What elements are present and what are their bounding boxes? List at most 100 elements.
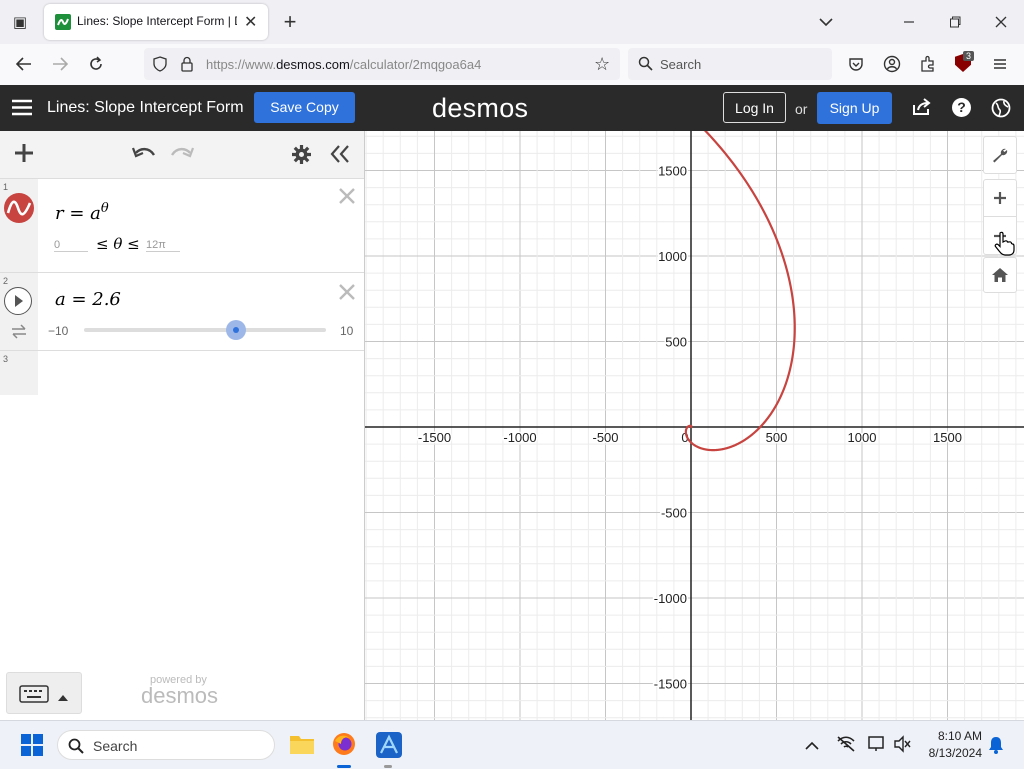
- domain-min-input[interactable]: 0: [54, 239, 88, 252]
- home-icon: [992, 268, 1008, 282]
- display-icon[interactable]: [867, 735, 887, 758]
- y-tick-label: -500: [661, 506, 687, 521]
- hamburger-icon[interactable]: [12, 99, 32, 121]
- log-in-button[interactable]: Log In: [723, 92, 786, 123]
- forward-icon[interactable]: [46, 50, 74, 78]
- extensions-icon[interactable]: [914, 50, 942, 78]
- loop-icon[interactable]: [10, 323, 28, 344]
- x-tick-label: -500: [592, 430, 618, 445]
- slider-thumb[interactable]: [226, 320, 247, 340]
- graph-canvas[interactable]: -1500 -1000 -500 0 500 1000 150015001000500-50…: [365, 131, 1024, 720]
- slider-formula[interactable]: a = 2.6: [55, 289, 121, 310]
- y-tick-label: -1500: [654, 677, 687, 692]
- tab-title: Lines: Slope Intercept Form | De: [77, 14, 237, 28]
- extension-badge: 3: [963, 51, 975, 61]
- taskbar-search[interactable]: Search: [57, 730, 275, 760]
- tab-list-icon[interactable]: [812, 8, 840, 36]
- notification-icon[interactable]: [988, 736, 1004, 759]
- clock-date[interactable]: 8/13/2024: [912, 746, 982, 760]
- y-tick-label: -1000: [654, 591, 687, 606]
- redo-icon[interactable]: [170, 145, 195, 166]
- x-tick-label: 1500: [933, 430, 962, 445]
- windows-icon[interactable]: [21, 734, 43, 761]
- new-tab-icon[interactable]: +: [276, 8, 304, 36]
- keypad-toggle[interactable]: [6, 672, 82, 714]
- line-number: 3: [3, 354, 9, 364]
- lock-icon[interactable]: [180, 56, 194, 77]
- graph-settings-button[interactable]: [983, 136, 1017, 174]
- collapse-icon[interactable]: [330, 144, 350, 169]
- file-explorer-icon[interactable]: [289, 733, 315, 760]
- domain-max-input[interactable]: 12π: [146, 239, 180, 252]
- url-text[interactable]: https://www.desmos.com/calculator/2mqgoa…: [206, 57, 481, 72]
- minimize-icon[interactable]: [895, 8, 923, 36]
- share-icon[interactable]: [912, 98, 932, 121]
- slider-max[interactable]: 10: [340, 324, 353, 338]
- globe-icon[interactable]: [991, 98, 1011, 123]
- shield-icon[interactable]: [152, 56, 168, 77]
- y-tick-label: 500: [665, 335, 687, 350]
- menu-icon[interactable]: [986, 50, 1014, 78]
- taskbar-search-placeholder: Search: [93, 738, 138, 754]
- search-icon: [68, 738, 84, 759]
- home-button[interactable]: [983, 257, 1017, 293]
- line-number: 1: [3, 182, 9, 192]
- slider-thumb-dot: [233, 327, 240, 333]
- affinity-icon[interactable]: [376, 732, 402, 763]
- x-tick-label: -1000: [503, 430, 536, 445]
- url-bar[interactable]: https://www.desmos.com/calculator/2mqgoa…: [144, 48, 620, 80]
- x-tick-label: 500: [766, 430, 788, 445]
- volume-muted-icon[interactable]: [893, 735, 911, 758]
- zoom-in-icon: [994, 192, 1006, 204]
- web-search-bar[interactable]: Search: [628, 48, 832, 80]
- browser-tab[interactable]: Lines: Slope Intercept Form | De ✕: [44, 4, 268, 40]
- zoom-in-button[interactable]: [983, 179, 1017, 217]
- firefox-icon[interactable]: [332, 732, 356, 761]
- pocket-icon[interactable]: [842, 50, 870, 78]
- keyboard-icon: [19, 685, 49, 708]
- desmos-logo: desmos: [432, 93, 529, 123]
- line-number: 2: [3, 276, 9, 286]
- divider: [0, 272, 364, 273]
- web-search-placeholder: Search: [660, 57, 702, 72]
- maximize-icon[interactable]: [941, 8, 969, 36]
- mouse-cursor-icon: [993, 231, 1015, 262]
- close-tab-icon[interactable]: ✕: [244, 12, 257, 32]
- or-text: or: [795, 101, 808, 117]
- desmos-header: Lines: Slope Intercept Form Save Copy de…: [0, 85, 1024, 131]
- expression-formula[interactable]: r = aθ: [55, 201, 109, 224]
- account-icon[interactable]: [878, 50, 906, 78]
- domain-inequality: ≤ θ ≤: [96, 235, 140, 253]
- undo-icon[interactable]: [131, 145, 156, 166]
- graph-paper[interactable]: -1500 -1000 -500 0 500 1000 1500 1500 1000 500 -50…: [365, 131, 1024, 720]
- show-hidden-icons-icon[interactable]: [805, 738, 819, 756]
- expression-gutter: 1: [0, 179, 38, 273]
- tab-strip: ▣ Lines: Slope Intercept Form | De ✕ +: [0, 0, 1024, 44]
- expression-toolbar: [0, 131, 364, 179]
- x-tick-label: -1500: [418, 430, 451, 445]
- sign-up-button[interactable]: Sign Up: [817, 92, 892, 124]
- taskbar: Search 8:10 AM 8/13/2024: [0, 720, 1024, 769]
- bookmark-star-icon[interactable]: ☆: [594, 54, 610, 75]
- close-window-icon[interactable]: [987, 8, 1015, 36]
- play-icon[interactable]: [4, 287, 32, 315]
- graph-color-icon[interactable]: [4, 193, 34, 223]
- delete-expression-icon[interactable]: [337, 282, 357, 307]
- clock-time[interactable]: 8:10 AM: [922, 729, 982, 743]
- expression-gutter: 2: [0, 273, 38, 351]
- y-tick-label: 1000: [658, 249, 687, 264]
- graph-title[interactable]: Lines: Slope Intercept Form: [47, 99, 244, 117]
- back-icon[interactable]: [10, 50, 38, 78]
- delete-expression-icon[interactable]: [337, 186, 357, 211]
- network-icon[interactable]: [836, 735, 856, 758]
- reload-icon[interactable]: [82, 50, 110, 78]
- add-icon[interactable]: [14, 143, 34, 168]
- save-copy-button[interactable]: Save Copy: [254, 92, 355, 123]
- y-tick-label: 1500: [658, 164, 687, 179]
- gear-icon[interactable]: [291, 144, 312, 170]
- slider-min[interactable]: −10: [48, 324, 68, 338]
- window-list-icon[interactable]: ▣: [6, 8, 34, 36]
- divider: [0, 350, 364, 351]
- slider-track[interactable]: [84, 328, 326, 332]
- help-icon[interactable]: ?: [952, 98, 971, 117]
